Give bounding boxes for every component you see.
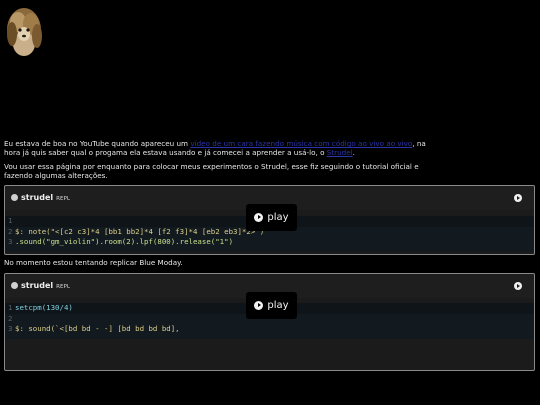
youtube-video-link[interactable]: vídeo de um cara fazendo música com códi… bbox=[190, 139, 412, 148]
strudel-repl-1: strudel REPL 1 2 $: note("<[c2 c3]*4 [bb1 … bbox=[4, 185, 535, 255]
play-circle-icon bbox=[254, 301, 264, 310]
play-button[interactable]: play bbox=[246, 204, 297, 231]
play-button[interactable]: play bbox=[246, 292, 297, 319]
intro-paragraph: Eu estava de boa no YouTube quando apare… bbox=[4, 139, 434, 158]
repl-badge: REPL bbox=[56, 284, 71, 290]
repl-title: strudel REPL bbox=[21, 193, 71, 202]
usage-paragraph: Vou usar essa página por enquanto para c… bbox=[4, 162, 419, 181]
moment-paragraph: No momento estou tentando replicar Blue … bbox=[4, 258, 183, 267]
intro-text-end: . bbox=[352, 148, 355, 158]
run-icon[interactable] bbox=[514, 282, 522, 290]
run-icon[interactable] bbox=[514, 194, 522, 202]
strudel-repl-2: strudel REPL 1 setcpm(130/4) 2 3 $: sound(`… bbox=[4, 273, 535, 371]
intro-text: Eu estava de boa no YouTube quando apare… bbox=[4, 139, 191, 148]
repl-title: strudel REPL bbox=[21, 281, 71, 290]
play-label: play bbox=[267, 300, 289, 311]
play-circle-icon bbox=[254, 213, 264, 222]
strudel-logo-icon bbox=[11, 282, 18, 289]
code-line: 3 .sound("gm_violin").room(2).lpf(800).re… bbox=[8, 237, 234, 246]
code-line: 3 $: sound(`<[bd bd - -] [bd bd bd bd], bbox=[8, 324, 180, 333]
repl-badge: REPL bbox=[56, 196, 71, 202]
play-label: play bbox=[267, 212, 289, 223]
avatar bbox=[4, 4, 44, 62]
strudel-logo-icon bbox=[11, 194, 18, 201]
strudel-link[interactable]: Strudel bbox=[327, 148, 353, 157]
